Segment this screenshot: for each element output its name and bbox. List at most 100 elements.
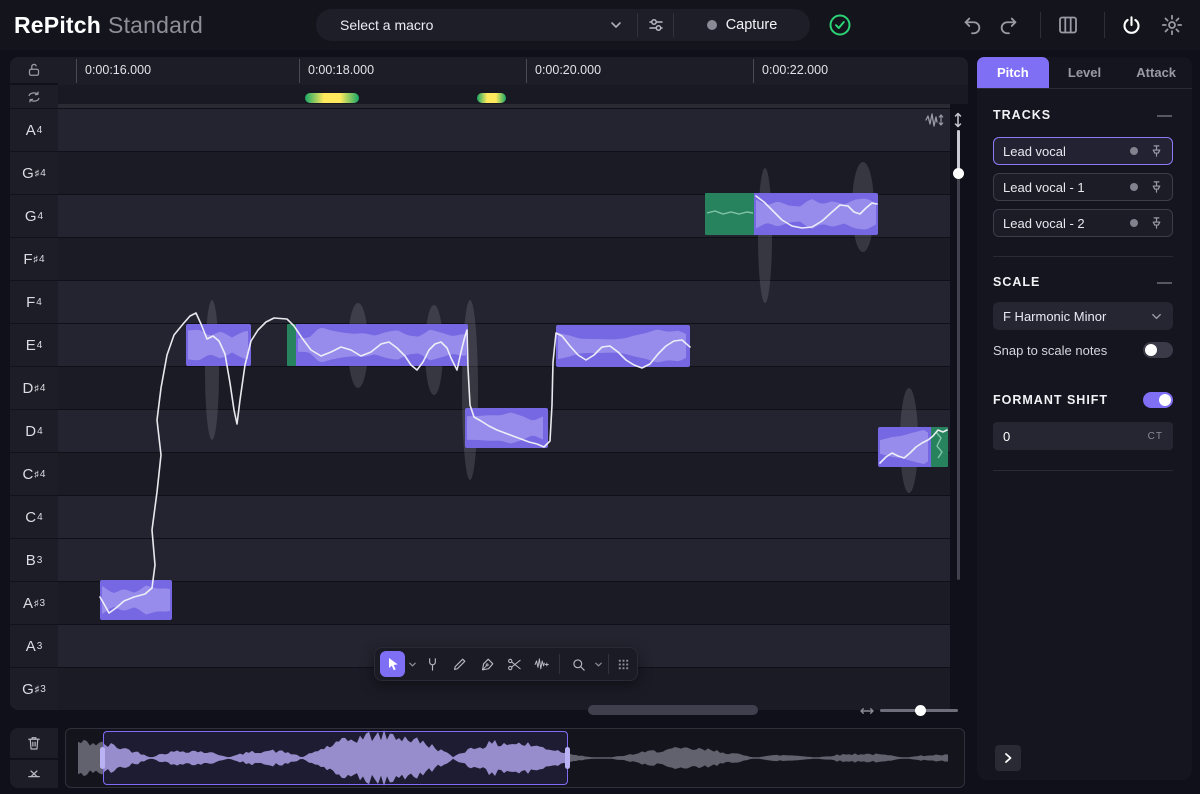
check-circle-icon <box>828 13 852 37</box>
piano-key-As3[interactable]: A♯3 <box>10 581 58 624</box>
overview-selection[interactable] <box>103 731 568 785</box>
capture-label: Capture <box>726 17 778 33</box>
pitch-zoom-slider-knob[interactable] <box>953 168 964 179</box>
formant-value: 0 <box>1003 429 1010 444</box>
toolbar-drag-handle[interactable] <box>614 658 632 671</box>
scale-collapse-button[interactable]: — <box>1157 274 1173 291</box>
power-icon <box>1120 14 1143 37</box>
pitch-zoom-slider-track[interactable] <box>957 130 960 580</box>
unpitched-segment[interactable] <box>705 193 754 235</box>
chevron-down-icon <box>1150 310 1163 323</box>
arrows-vertical-icon <box>949 111 967 129</box>
piano-key-Gs3[interactable]: G♯3 <box>10 667 58 710</box>
layout-columns-button[interactable] <box>1056 13 1080 37</box>
track-color-dot <box>1130 183 1138 191</box>
piano-key-E4[interactable]: E4 <box>10 323 58 366</box>
pen-tool-button[interactable] <box>475 651 500 677</box>
cursor-tool-button[interactable] <box>380 651 405 677</box>
panel-expand-button[interactable] <box>995 745 1021 771</box>
lock-button[interactable] <box>10 57 58 83</box>
overview-selection-handle-right[interactable] <box>565 747 570 769</box>
warp-tool-button[interactable] <box>529 651 554 677</box>
pencil-tool-button[interactable] <box>447 651 472 677</box>
stray-waveform-spike <box>205 300 219 440</box>
formant-toggle[interactable] <box>1143 392 1173 408</box>
topbar-separator <box>1104 12 1105 38</box>
timeline-ruler[interactable]: 0:00:16.0000:00:18.0000:00:20.0000:00:22… <box>58 57 968 85</box>
pin-icon[interactable] <box>1150 144 1163 158</box>
lock-open-icon <box>25 61 43 79</box>
piano-key-A4[interactable]: A4 <box>10 108 58 151</box>
pencil-icon <box>451 656 468 673</box>
tab-level[interactable]: Level <box>1049 57 1121 88</box>
piano-key-Gs4[interactable]: G♯4 <box>10 151 58 194</box>
tracks-collapse-button[interactable]: — <box>1157 107 1173 124</box>
cursor-tool-menu[interactable] <box>407 660 418 669</box>
zoom-tool-menu[interactable] <box>593 660 604 669</box>
tracks-section-header: TRACKS — <box>993 107 1173 123</box>
horizontal-zoom-slider-knob[interactable] <box>915 705 926 716</box>
side-panel <box>977 57 1192 780</box>
formant-value-field[interactable]: 0 CT <box>993 422 1173 450</box>
track-item[interactable]: Lead vocal <box>993 137 1173 165</box>
toolbar-separator <box>559 654 560 674</box>
redo-button[interactable] <box>997 13 1021 37</box>
track-item[interactable]: Lead vocal - 2 <box>993 209 1173 237</box>
drag-handle-icon <box>617 658 630 671</box>
macro-select[interactable]: Select a macro <box>316 9 637 41</box>
unpitched-segment[interactable] <box>287 324 296 366</box>
top-bar: RePitch Standard Select a macro Capture <box>0 0 1200 50</box>
piano-key-D4[interactable]: D4 <box>10 409 58 452</box>
piano-key-A3[interactable]: A3 <box>10 624 58 667</box>
piano-key-F4[interactable]: F4 <box>10 280 58 323</box>
scissors-tool-button[interactable] <box>502 651 527 677</box>
split-button[interactable] <box>10 759 58 788</box>
piano-key-Fs4[interactable]: F♯4 <box>10 237 58 280</box>
undo-button[interactable] <box>960 13 984 37</box>
snap-toggle[interactable] <box>1143 342 1173 358</box>
gear-icon <box>1160 13 1184 37</box>
loop-button[interactable] <box>10 84 58 108</box>
piano-key-Cs4[interactable]: C♯4 <box>10 452 58 495</box>
scale-dropdown[interactable]: F Harmonic Minor <box>993 302 1173 330</box>
track-color-dot <box>1130 147 1138 155</box>
unpitched-segment[interactable] <box>931 427 948 467</box>
chevron-down-icon <box>408 660 417 669</box>
track-item[interactable]: Lead vocal - 1 <box>993 173 1173 201</box>
note-editor-canvas[interactable] <box>58 108 950 710</box>
status-check-button[interactable] <box>828 13 852 37</box>
tab-pitch[interactable]: Pitch <box>977 57 1049 88</box>
vertical-expand-button[interactable] <box>949 111 967 129</box>
settings-button[interactable] <box>1160 13 1184 37</box>
pin-icon[interactable] <box>1150 180 1163 194</box>
piano-key-B3[interactable]: B3 <box>10 538 58 581</box>
capture-button[interactable]: Capture <box>674 9 810 41</box>
piano-key-C4[interactable]: C4 <box>10 495 58 538</box>
brand-name: RePitch <box>14 12 101 39</box>
scissors-icon <box>506 656 523 673</box>
trash-icon <box>25 734 43 752</box>
tab-attack[interactable]: Attack <box>1120 57 1192 88</box>
scale-section-header: SCALE — <box>993 274 1173 290</box>
tuning-fork-tool-button[interactable] <box>420 651 445 677</box>
pen-nib-icon <box>479 656 496 673</box>
piano-key-G4[interactable]: G4 <box>10 194 58 237</box>
horizontal-scrollbar-thumb[interactable] <box>588 705 758 715</box>
app-logo: RePitch Standard <box>14 0 203 50</box>
cut-line-icon <box>25 765 43 783</box>
chevron-down-icon <box>609 18 623 32</box>
piano-key-Ds4[interactable]: D♯4 <box>10 366 58 409</box>
delete-button[interactable] <box>10 728 58 758</box>
zoom-tool-button[interactable] <box>565 651 590 677</box>
edition-name: Standard <box>108 12 203 39</box>
capture-armed-dot <box>707 20 717 30</box>
power-button[interactable] <box>1119 13 1143 37</box>
macro-select-label: Select a macro <box>340 17 433 33</box>
overview-selection-handle-left[interactable] <box>100 747 105 769</box>
pin-icon[interactable] <box>1150 216 1163 230</box>
macro-settings-button[interactable] <box>638 9 673 41</box>
waveform-zoom-button[interactable] <box>924 111 944 129</box>
scale-value: F Harmonic Minor <box>1003 309 1106 324</box>
waveform-vzoom-icon <box>924 111 944 129</box>
pitch-zoom-slider-fill <box>957 130 960 173</box>
